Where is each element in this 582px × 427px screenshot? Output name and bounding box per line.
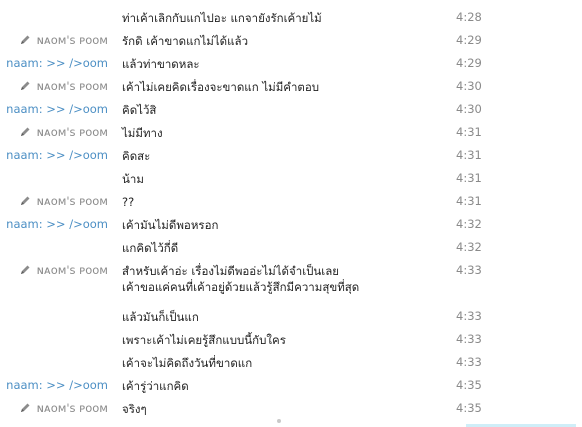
message-row: น้าม 4:31 (0, 166, 582, 189)
message-sender[interactable]: naam: >> />oom (0, 102, 108, 116)
message-timestamp: 4:30 (456, 79, 482, 93)
message-text: ท่าเค้าเลิกกับแกไปอะ แกจายังรักเค้ายไม้ (122, 11, 322, 25)
message-text: เค้าจะไม่คิดถึงวันที่ขาดแก (122, 356, 253, 370)
sender-name: naam: >> />oom (6, 102, 108, 116)
message-row: naam: >> />oom เค้ารู่ว่าแกคิด 4:35 (0, 373, 582, 396)
sender-name: ɴᴀᴏᴍ's ᴘᴏᴏᴍ (36, 401, 108, 415)
message-row: naam: >> />oom แล้วท่าขาดหละ 4:29 (0, 51, 582, 74)
message-sender[interactable]: naam: >> />oom (0, 148, 108, 162)
message-timestamp: 4:31 (456, 194, 482, 208)
message-sender[interactable]: naam: >> />oom (0, 217, 108, 231)
message-row: ɴᴀᴏᴍ's ᴘᴏᴏᴍ รักดิ เค้าขาดแกไม่ได้แล้ว 4:29 (0, 28, 582, 51)
message-sender[interactable]: ɴᴀᴏᴍ's ᴘᴏᴏᴍ (0, 263, 108, 277)
sender-name: naam: >> />oom (6, 56, 108, 70)
message-sender[interactable]: ɴᴀᴏᴍ's ᴘᴏᴏᴍ (0, 194, 108, 208)
message-timestamp: 4:33 (456, 309, 482, 323)
message-timestamp: 4:33 (456, 355, 482, 369)
sender-name: naam: >> />oom (6, 148, 108, 162)
message-text: คิดไว้สิ (122, 103, 157, 117)
chat-transcript: ท่าเค้าเลิกกับแกไปอะ แกจายังรักเค้ายไม้ 4… (0, 5, 582, 419)
message-timestamp: 4:35 (456, 378, 482, 392)
message-text: เค้ามันไม่ดีพอหรอก (122, 218, 219, 232)
message-row: naam: >> />oom คิดไว้สิ 4:30 (0, 97, 582, 120)
pencil-icon (20, 403, 30, 412)
message-text: แล้วมันก็เป็นแก (122, 310, 199, 324)
message-text: เค้าไม่เคยคิดเรื่องจะขาดแก ไม่มีคำตอบ (122, 80, 320, 94)
message-timestamp: 4:33 (456, 332, 482, 346)
message-text: สำหรับเค้าอ่ะ เรื่องไม่ดีพออ่ะไม่ได้จำเป… (122, 264, 360, 294)
pencil-icon (20, 35, 30, 44)
message-row: ɴᴀᴏᴍ's ᴘᴏᴏᴍ เค้าไม่เคยคิดเรื่องจะขาดแก ไม… (0, 74, 582, 97)
message-text: เค้ารู่ว่าแกคิด (122, 379, 189, 393)
message-text: น้าม (122, 172, 144, 186)
pencil-icon (20, 196, 30, 205)
message-row: ɴᴀᴏᴍ's ᴘᴏᴏᴍ สำหรับเค้าอ่ะ เรื่องไม่ดีพออ่… (0, 258, 582, 304)
sender-name: ɴᴀᴏᴍ's ᴘᴏᴏᴍ (36, 263, 108, 277)
scroll-indicator-dot[interactable] (277, 419, 281, 423)
message-timestamp: 4:33 (456, 263, 482, 277)
message-timestamp: 4:31 (456, 125, 482, 139)
message-row: เพราะเค้าไม่เคยรู้สึกแบบนี้กับใคร 4:33 (0, 327, 582, 350)
sender-name: ɴᴀᴏᴍ's ᴘᴏᴏᴍ (36, 125, 108, 139)
sender-name: naam: >> />oom (6, 378, 108, 392)
message-timestamp: 4:32 (456, 217, 482, 231)
message-row: ɴᴀᴏᴍ's ᴘᴏᴏᴍ?? 4:31 (0, 189, 582, 212)
message-text: แกคิดไว้กี่ดี (122, 241, 179, 255)
message-text: คิดสะ (122, 149, 151, 163)
message-timestamp: 4:31 (456, 148, 482, 162)
sender-name: ɴᴀᴏᴍ's ᴘᴏᴏᴍ (36, 79, 108, 93)
message-timestamp: 4:28 (456, 10, 482, 24)
message-row: เค้าจะไม่คิดถึงวันที่ขาดแก 4:33 (0, 350, 582, 373)
message-text: เพราะเค้าไม่เคยรู้สึกแบบนี้กับใคร (122, 333, 286, 347)
message-sender[interactable]: ɴᴀᴏᴍ's ᴘᴏᴏᴍ (0, 401, 108, 415)
message-row: แล้วมันก็เป็นแก 4:33 (0, 304, 582, 327)
message-row: ท่าเค้าเลิกกับแกไปอะ แกจายังรักเค้ายไม้ 4… (0, 5, 582, 28)
sender-name: naam: >> />oom (6, 217, 108, 231)
message-text: รักดิ เค้าขาดแกไม่ได้แล้ว (122, 34, 249, 48)
message-sender[interactable]: ɴᴀᴏᴍ's ᴘᴏᴏᴍ (0, 125, 108, 139)
message-sender[interactable]: naam: >> />oom (0, 56, 108, 70)
message-timestamp: 4:29 (456, 56, 482, 70)
pencil-icon (20, 265, 30, 274)
sender-name: ɴᴀᴏᴍ's ᴘᴏᴏᴍ (36, 33, 108, 47)
message-sender[interactable]: ɴᴀᴏᴍ's ᴘᴏᴏᴍ (0, 79, 108, 93)
message-text: ?? (122, 195, 135, 209)
pencil-icon (20, 127, 30, 136)
message-row: naam: >> />oom คิดสะ 4:31 (0, 143, 582, 166)
message-timestamp: 4:32 (456, 240, 482, 254)
message-text: ไม่มีทาง (122, 126, 163, 140)
message-row: แกคิดไว้กี่ดี 4:32 (0, 235, 582, 258)
message-text: จริงๆ (122, 402, 147, 416)
message-timestamp: 4:29 (456, 33, 482, 47)
message-sender[interactable]: ɴᴀᴏᴍ's ᴘᴏᴏᴍ (0, 33, 108, 47)
sender-name: ɴᴀᴏᴍ's ᴘᴏᴏᴍ (36, 194, 108, 208)
pencil-icon (20, 81, 30, 90)
message-timestamp: 4:30 (456, 102, 482, 116)
message-row: ɴᴀᴏᴍ's ᴘᴏᴏᴍ จริงๆ 4:35 (0, 396, 582, 419)
message-text: แล้วท่าขาดหละ (122, 57, 200, 71)
message-sender[interactable]: naam: >> />oom (0, 378, 108, 392)
message-row: naam: >> />oom เค้ามันไม่ดีพอหรอก 4:32 (0, 212, 582, 235)
message-row: ɴᴀᴏᴍ's ᴘᴏᴏᴍ ไม่มีทาง 4:31 (0, 120, 582, 143)
message-timestamp: 4:31 (456, 171, 482, 185)
message-timestamp: 4:35 (456, 401, 482, 415)
